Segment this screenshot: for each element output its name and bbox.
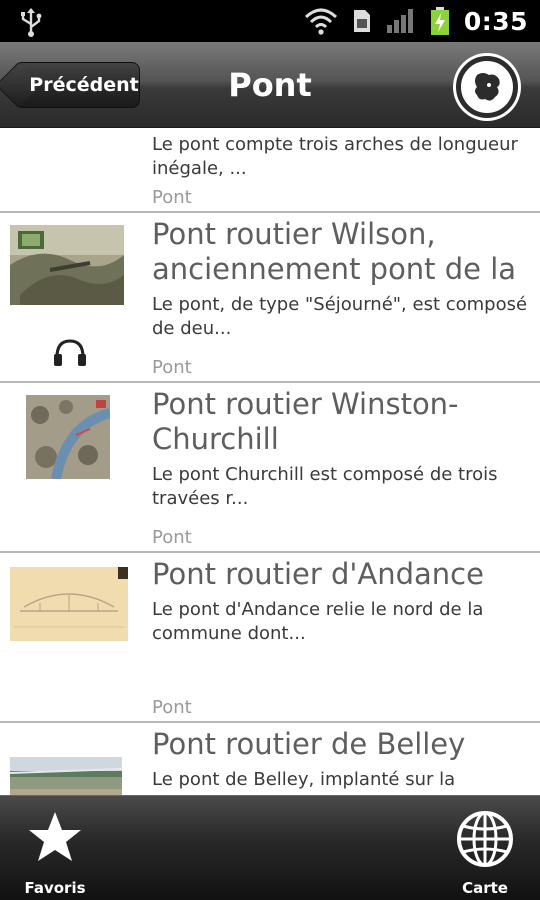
item-title: Pont routier Wilson, anciennement pont d…	[152, 217, 517, 286]
item-category: Pont	[152, 527, 192, 548]
item-description: Le pont d'Andance relie le nord de la co…	[152, 599, 484, 644]
map-label: Carte	[462, 879, 508, 897]
results-list[interactable]: Le pont compte trois arches de longueur …	[0, 128, 540, 795]
map-tab[interactable]: Carte	[430, 796, 540, 900]
list-item[interactable]: Pont routier de Belley Le pont de Belley…	[0, 723, 540, 795]
app-logo-button[interactable]	[456, 56, 518, 118]
back-button-label: Précédent	[29, 74, 139, 96]
item-thumbnail	[10, 757, 122, 795]
item-title: Pont routier de Belley	[152, 727, 466, 761]
item-category: Pont	[152, 187, 192, 208]
usb-icon	[21, 8, 42, 37]
sim-icon	[353, 10, 370, 32]
battery-charging-icon	[430, 7, 449, 35]
list-item[interactable]: Pont routier d'Andance Le pont d'Andance…	[0, 553, 540, 723]
favorites-tab[interactable]: Favoris	[0, 796, 110, 900]
item-description: Le pont compte trois arches de longueur …	[152, 134, 518, 179]
back-button[interactable]: Précédent	[14, 62, 140, 108]
bottom-bar: Favoris Carte	[0, 795, 540, 900]
list-item[interactable]: Pont routier Winston-Churchill Le pont C…	[0, 383, 540, 553]
item-category: Pont	[152, 357, 192, 378]
clock: 0:35	[463, 6, 528, 36]
signal-icon	[386, 9, 413, 33]
item-title: Pont routier Winston-Churchill	[152, 387, 459, 456]
item-description: Le pont, de type "Séjourné", est composé…	[152, 294, 528, 339]
item-thumbnail	[10, 567, 128, 641]
globe-icon	[457, 811, 513, 867]
item-thumbnail	[26, 395, 110, 479]
favorites-label: Favoris	[24, 879, 86, 897]
headphones-icon	[54, 339, 86, 366]
item-description: Le pont Churchill est composé de trois t…	[152, 464, 498, 509]
item-thumbnail	[10, 225, 124, 305]
star-icon	[29, 812, 81, 861]
wifi-icon	[304, 8, 337, 35]
action-bar: Précédent Pont	[0, 42, 540, 128]
list-item[interactable]: Pont routier Wilson, anciennement pont d…	[0, 213, 540, 383]
status-bar: 0:35	[0, 0, 540, 42]
list-item[interactable]: Le pont compte trois arches de longueur …	[0, 128, 540, 213]
app-logo-icon	[475, 73, 500, 101]
item-category: Pont	[152, 697, 192, 718]
item-title: Pont routier d'Andance	[152, 557, 484, 591]
item-description: Le pont de Belley, implanté sur la	[152, 769, 456, 790]
